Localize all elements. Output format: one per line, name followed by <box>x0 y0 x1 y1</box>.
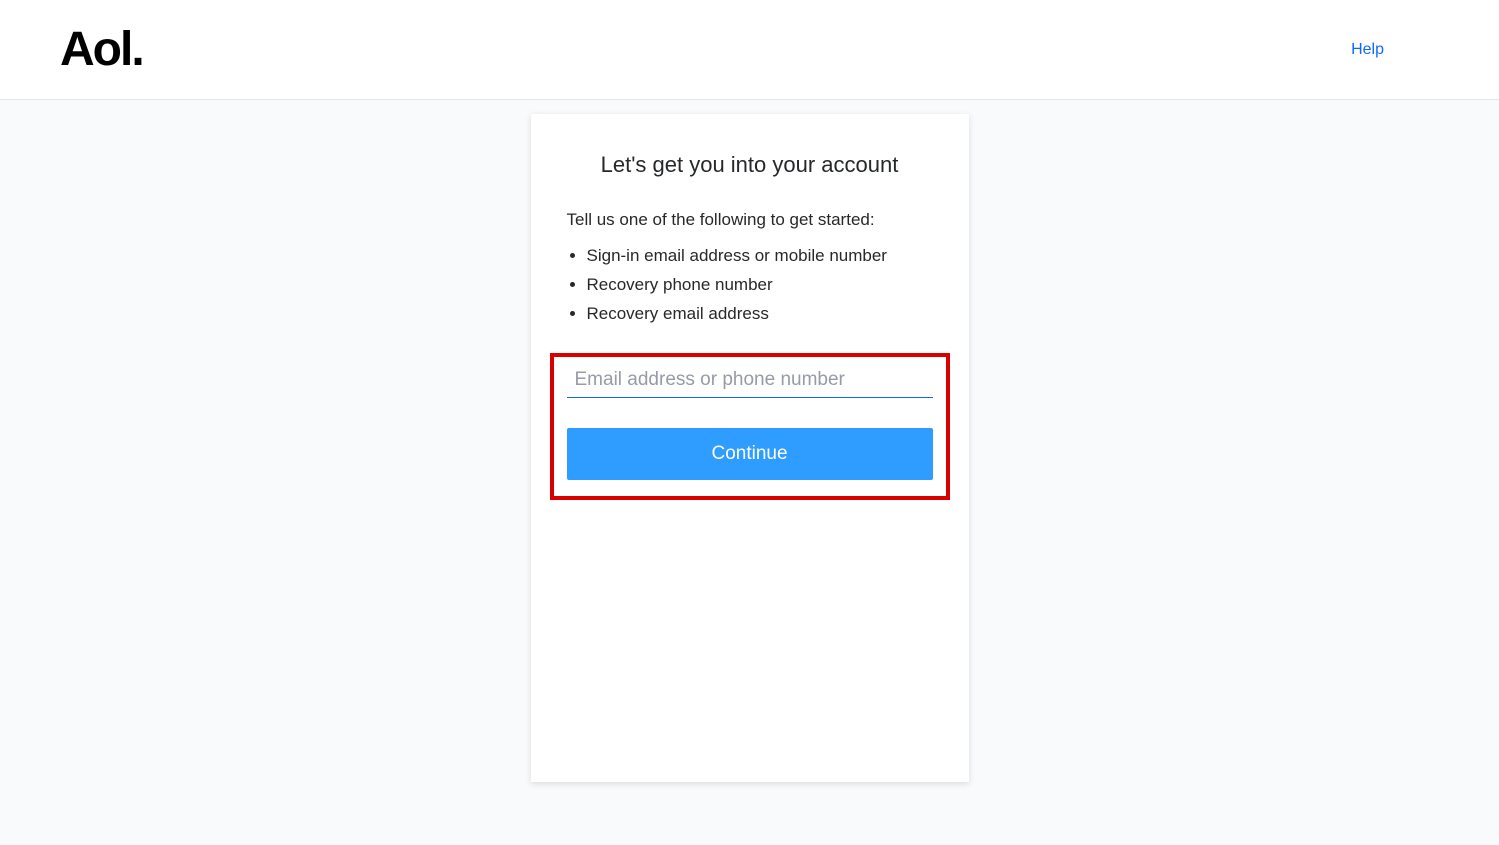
page-header: Aol. Help <box>0 0 1499 100</box>
highlight-annotation: Continue <box>550 353 950 500</box>
option-list: Sign-in email address or mobile number R… <box>567 242 933 329</box>
email-or-phone-input[interactable] <box>567 363 933 398</box>
list-item: Sign-in email address or mobile number <box>587 242 933 271</box>
card-title: Let's get you into your account <box>567 152 933 178</box>
list-item: Recovery email address <box>587 300 933 329</box>
help-link[interactable]: Help <box>1351 41 1384 59</box>
list-item: Recovery phone number <box>587 271 933 300</box>
instruction-text: Tell us one of the following to get star… <box>567 210 933 230</box>
continue-button[interactable]: Continue <box>567 428 933 480</box>
main-content: Let's get you into your account Tell us … <box>0 100 1499 782</box>
recovery-card: Let's get you into your account Tell us … <box>531 114 969 782</box>
aol-logo: Aol. <box>60 22 143 77</box>
